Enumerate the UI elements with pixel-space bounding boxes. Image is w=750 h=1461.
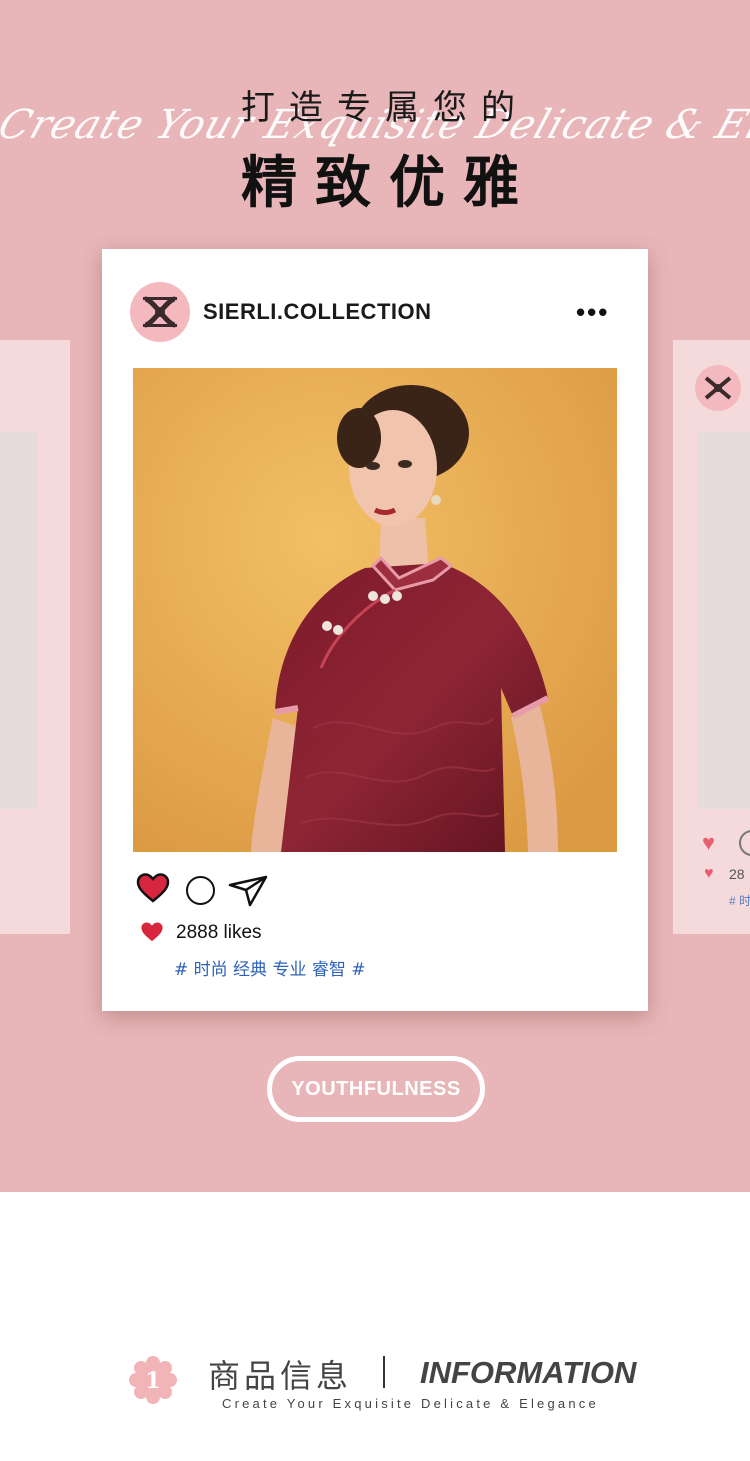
brand-avatar[interactable] — [130, 282, 190, 342]
account-name[interactable]: SIERLI.COLLECTION — [203, 299, 432, 325]
section-title-en: INFORMATION — [420, 1355, 637, 1390]
post-hashtags[interactable]: # 时尚 经典 专业 睿智 # — [174, 955, 366, 980]
section-title-cn: 商品信息 — [208, 1357, 353, 1395]
likes-count: 2888 likes — [176, 922, 262, 943]
section-divider — [383, 1356, 385, 1388]
side-card-right[interactable]: ♥ ♥ 28 # 时 — [673, 340, 750, 934]
side-hashtag-text: # 时 — [729, 894, 750, 908]
post-photo — [133, 368, 617, 852]
side-avatar-logo-icon — [695, 365, 741, 411]
more-options-icon[interactable]: ••• — [576, 293, 609, 331]
flower-number-badge-icon: 1 — [129, 1356, 177, 1404]
brand-logo-icon — [143, 296, 177, 328]
headline-small: 打造专属您的 — [241, 88, 529, 128]
side-likes-heart-icon: ♥ — [704, 865, 714, 882]
badge-number: 1 — [145, 1368, 160, 1394]
send-icon[interactable] — [228, 875, 268, 907]
post-card: SIERLI.COLLECTION ••• 2888 likes # 时尚 经典… — [102, 249, 648, 1011]
comment-icon[interactable] — [186, 876, 215, 905]
section-subtitle: Create Your Exquisite Delicate & Eleganc… — [222, 1396, 599, 1411]
side-heart-icon: ♥ — [702, 830, 716, 855]
headline-large: 精致优雅 — [241, 151, 537, 216]
like-heart-icon[interactable] — [136, 873, 170, 903]
side-likes-text: 28 — [729, 866, 745, 882]
youthfulness-button[interactable]: YOUTHFULNESS — [267, 1056, 485, 1122]
side-card-left[interactable] — [0, 340, 70, 934]
side-card-image-placeholder — [0, 432, 37, 809]
likes-heart-icon — [141, 922, 163, 942]
side-comment-icon — [739, 830, 750, 856]
side-card-image-placeholder — [697, 432, 750, 809]
